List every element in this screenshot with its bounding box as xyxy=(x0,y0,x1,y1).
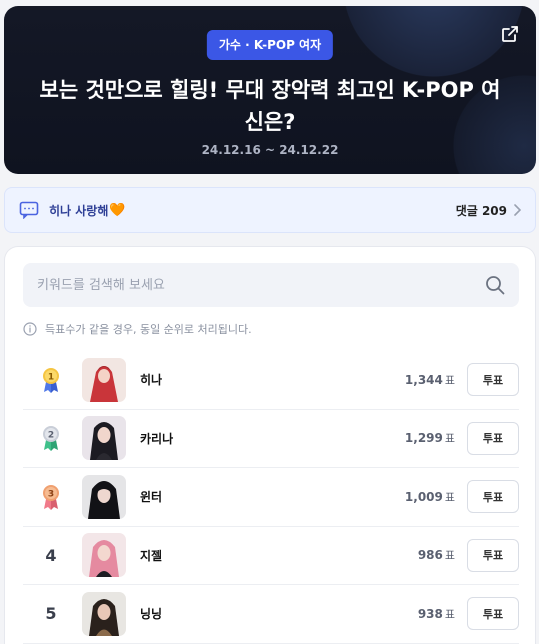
vote-button[interactable]: 투표 xyxy=(467,480,519,514)
rank-cell: 5 xyxy=(23,585,79,643)
poll-period: 24.12.16 ~ 24.12.22 xyxy=(201,143,339,157)
hero-banner: 가수 · K-POP 여자 보는 것만으로 힐링! 무대 장악력 최고인 K-P… xyxy=(4,6,536,174)
search-box xyxy=(23,263,519,307)
avatar xyxy=(82,533,126,578)
comment-preview-bar[interactable]: 히나 사랑해 🧡 댓글 209 xyxy=(4,187,536,233)
ranking-row: 1 히나 1,344 표 투표 xyxy=(23,351,519,410)
vote-count-value: 1,344 xyxy=(404,372,443,387)
vote-count-value: 1,299 xyxy=(404,431,443,446)
ranking-row: 4 지젤 986 표 투표 xyxy=(23,527,519,585)
ranking-row: 5 닝닝 938 표 투표 xyxy=(23,585,519,644)
avatar xyxy=(82,416,126,461)
vote-count: 1,344 표 xyxy=(405,372,455,388)
avatar xyxy=(82,591,126,636)
vote-button[interactable]: 투표 xyxy=(467,421,519,455)
artist-name: 카리나 xyxy=(140,431,174,446)
rank-cell: 3 xyxy=(23,468,79,526)
vote-unit: 표 xyxy=(444,549,455,563)
search-icon[interactable] xyxy=(485,275,505,295)
rank-cell: 1 xyxy=(23,351,79,409)
artist-photo xyxy=(82,474,126,519)
vote-count: 1,299 표 xyxy=(405,430,455,446)
bronze-medal-icon: 3 xyxy=(43,484,59,510)
vote-button[interactable]: 투표 xyxy=(467,363,519,397)
vote-unit: 표 xyxy=(444,607,455,621)
artist-name: 윈터 xyxy=(140,490,163,505)
heart-emoji: 🧡 xyxy=(109,202,126,218)
rank-number: 5 xyxy=(45,604,57,624)
poll-title: 보는 것만으로 힐링! 무대 장악력 최고인 K-POP 여신은? xyxy=(39,78,501,134)
medal-rank-text: 1 xyxy=(48,372,54,382)
chat-bubble-icon xyxy=(19,201,39,219)
vote-count: 1,009 표 xyxy=(405,489,455,505)
avatar xyxy=(82,474,126,519)
chevron-right-icon xyxy=(514,204,521,216)
ranking-list: 1 히나 1,344 표 투표 2 카리나 1,299 표 투표 3 윈터 1,… xyxy=(23,351,519,644)
latest-comment-text: 히나 사랑해 xyxy=(49,203,109,218)
vote-count-value: 986 xyxy=(417,548,443,563)
vote-button[interactable]: 투표 xyxy=(467,538,519,572)
vote-unit: 표 xyxy=(444,432,455,446)
vote-unit: 표 xyxy=(444,490,455,504)
ranking-row: 3 윈터 1,009 표 투표 xyxy=(23,468,519,527)
rank-cell: 4 xyxy=(23,527,79,585)
vote-count-value: 938 xyxy=(417,606,443,621)
artist-photo xyxy=(82,416,126,461)
tie-notice-text: 득표수가 같을 경우, 동일 순위로 처리됩니다. xyxy=(45,323,252,336)
search-input[interactable] xyxy=(23,263,519,307)
vote-count: 938 표 xyxy=(418,606,455,622)
comment-count-label: 댓글 209 xyxy=(455,203,507,218)
vote-count: 986 표 xyxy=(418,547,455,563)
vote-unit: 표 xyxy=(444,373,455,387)
gold-medal-icon: 1 xyxy=(43,367,59,393)
vote-count-value: 1,009 xyxy=(404,489,443,504)
tie-notice: 득표수가 같을 경우, 동일 순위로 처리됩니다. xyxy=(23,321,252,337)
category-tag: 가수 · K-POP 여자 xyxy=(206,30,334,60)
ranking-row: 2 카리나 1,299 표 투표 xyxy=(23,410,519,468)
comment-count[interactable]: 댓글 209 xyxy=(456,202,521,219)
artist-photo xyxy=(82,533,126,578)
vote-button[interactable]: 투표 xyxy=(467,597,519,631)
artist-photo xyxy=(82,357,126,402)
medal-rank-text: 3 xyxy=(48,489,54,499)
artist-name: 히나 xyxy=(140,373,163,388)
ranking-card: 득표수가 같을 경우, 동일 순위로 처리됩니다. 1 xyxy=(4,246,536,644)
artist-name: 지젤 xyxy=(140,548,163,563)
artist-photo xyxy=(82,591,126,636)
artist-name: 닝닝 xyxy=(140,607,163,622)
info-icon xyxy=(23,322,37,336)
external-link-icon[interactable] xyxy=(500,24,520,44)
rank-cell: 2 xyxy=(23,410,79,468)
avatar xyxy=(82,357,126,402)
silver-medal-icon: 2 xyxy=(43,426,59,452)
rank-number: 4 xyxy=(45,545,57,565)
vote-page: 가수 · K-POP 여자 보는 것만으로 힐링! 무대 장악력 최고인 K-P… xyxy=(0,0,539,644)
medal-rank-text: 2 xyxy=(48,431,54,441)
